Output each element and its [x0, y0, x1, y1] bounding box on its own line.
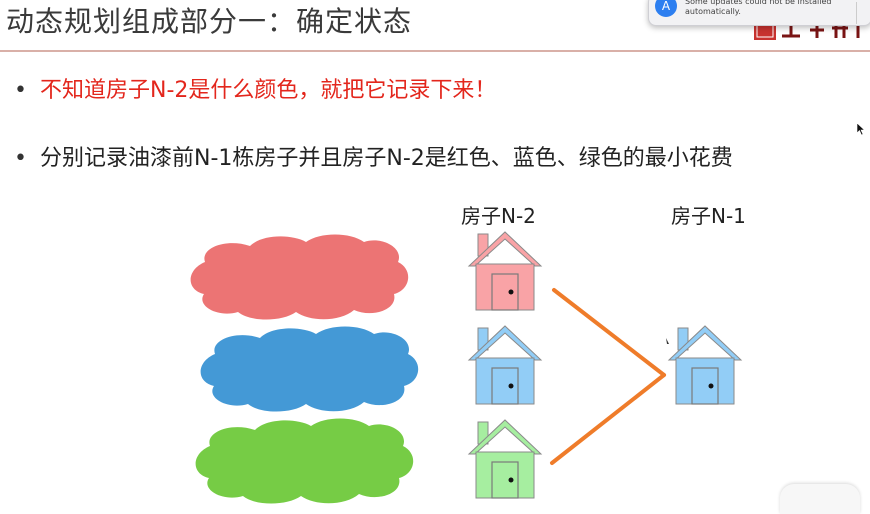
paint-houses-diagram	[190, 231, 742, 504]
house-n2-red-icon	[468, 231, 542, 311]
notification-text: Some updates could not be installed auto…	[685, 0, 832, 16]
app-store-icon: A	[655, 0, 677, 17]
slide: 动态规划组成部分一：确定状态 • 不知道房子N-2是什么颜色，就把它记录下来！ •…	[0, 0, 870, 514]
pointer-mark-icon	[666, 338, 669, 344]
house-n2-blue-icon	[468, 325, 542, 405]
house-n2-green-icon	[468, 419, 542, 499]
house-n1-blue-icon	[668, 325, 742, 405]
floating-widget[interactable]	[780, 484, 860, 514]
green-cloud	[195, 418, 414, 504]
blue-cloud	[200, 326, 419, 412]
update-notification[interactable]: A Some updates could not be installed au…	[648, 0, 870, 26]
red-cloud	[190, 234, 409, 320]
mouse-pointer-icon	[856, 122, 866, 136]
notification-side-tab[interactable]	[856, 2, 870, 24]
connector-lines	[550, 288, 666, 465]
